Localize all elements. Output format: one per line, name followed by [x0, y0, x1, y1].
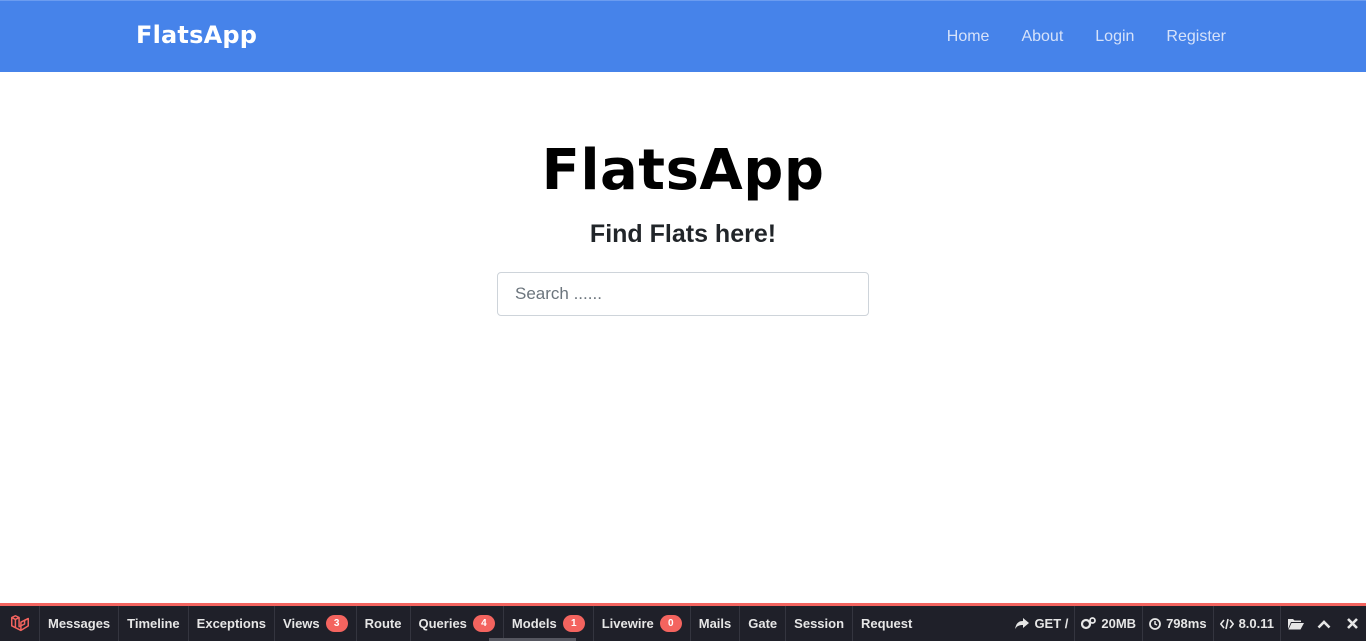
count-badge: 1	[562, 615, 585, 632]
close-icon[interactable]	[1338, 606, 1366, 641]
debug-stats: GET / 20MB 798ms 8.0.11	[1009, 606, 1366, 641]
nav-link-login[interactable]: Login	[1095, 28, 1134, 46]
request-duration: 798ms	[1166, 616, 1207, 631]
memory-usage: 20MB	[1101, 616, 1137, 631]
tab-label: Mails	[698, 616, 732, 631]
request-method: GET /	[1034, 616, 1069, 631]
nav-link-home[interactable]: Home	[947, 28, 990, 46]
debug-tab-models[interactable]: Models 1	[504, 606, 594, 641]
debug-tab-views[interactable]: Views 3	[275, 606, 357, 641]
debug-tab-request[interactable]: Request	[853, 606, 920, 641]
debug-tab-session[interactable]: Session	[786, 606, 854, 641]
debug-bar: Messages Timeline Exceptions Views 3 Rout…	[0, 603, 1366, 641]
tab-label: Queries	[418, 616, 467, 631]
debug-tab-mails[interactable]: Mails	[691, 606, 741, 641]
tab-label: Views	[283, 616, 320, 631]
clock-icon	[1149, 617, 1161, 630]
count-badge: 0	[659, 615, 682, 632]
tab-label: Models	[511, 616, 557, 631]
php-version: 8.0.11	[1238, 616, 1274, 631]
debug-tab-route[interactable]: Route	[357, 606, 411, 641]
chevron-up-icon[interactable]	[1310, 606, 1338, 641]
count-badge: 3	[325, 615, 348, 632]
share-icon	[1015, 617, 1030, 629]
debug-tab-messages[interactable]: Messages	[40, 606, 120, 641]
debug-tab-gate[interactable]: Gate	[740, 606, 787, 641]
debug-tab-livewire[interactable]: Livewire 0	[594, 606, 691, 641]
time-stat: 798ms	[1142, 606, 1212, 641]
tab-label: Route	[364, 616, 402, 631]
debug-tab-timeline[interactable]: Timeline	[119, 606, 189, 641]
cogs-icon	[1081, 617, 1097, 630]
tab-label: Gate	[748, 616, 778, 631]
laravel-icon[interactable]	[0, 606, 40, 641]
tab-label: Livewire	[601, 616, 654, 631]
debug-tab-exceptions[interactable]: Exceptions	[189, 606, 276, 641]
memory-stat: 20MB	[1074, 606, 1142, 641]
debug-tab-queries[interactable]: Queries 4	[411, 606, 504, 641]
tab-label: Session	[794, 616, 845, 631]
request-method-stat[interactable]: GET /	[1009, 606, 1074, 641]
hero-subtitle: Find Flats here!	[589, 220, 777, 248]
count-badge: 4	[472, 615, 495, 632]
hero-title: FlatsApp	[541, 138, 825, 203]
nav-links: Home About Login Register	[915, 28, 1226, 46]
brand-logo-link[interactable]: FlatsApp	[136, 21, 257, 49]
tab-label: Request	[861, 616, 913, 631]
tab-label: Messages	[48, 616, 111, 631]
debug-tabs: Messages Timeline Exceptions Views 3 Rout…	[40, 606, 920, 641]
folder-open-icon[interactable]	[1280, 606, 1310, 641]
tab-label: Exceptions	[196, 616, 267, 631]
code-icon	[1219, 618, 1234, 629]
nav-link-register[interactable]: Register	[1166, 28, 1226, 46]
nav-link-about[interactable]: About	[1021, 28, 1063, 46]
top-navbar: FlatsApp Home About Login Register	[0, 0, 1366, 72]
search-input[interactable]	[497, 272, 869, 316]
tab-label: Timeline	[127, 616, 180, 631]
version-stat: 8.0.11	[1212, 606, 1280, 641]
